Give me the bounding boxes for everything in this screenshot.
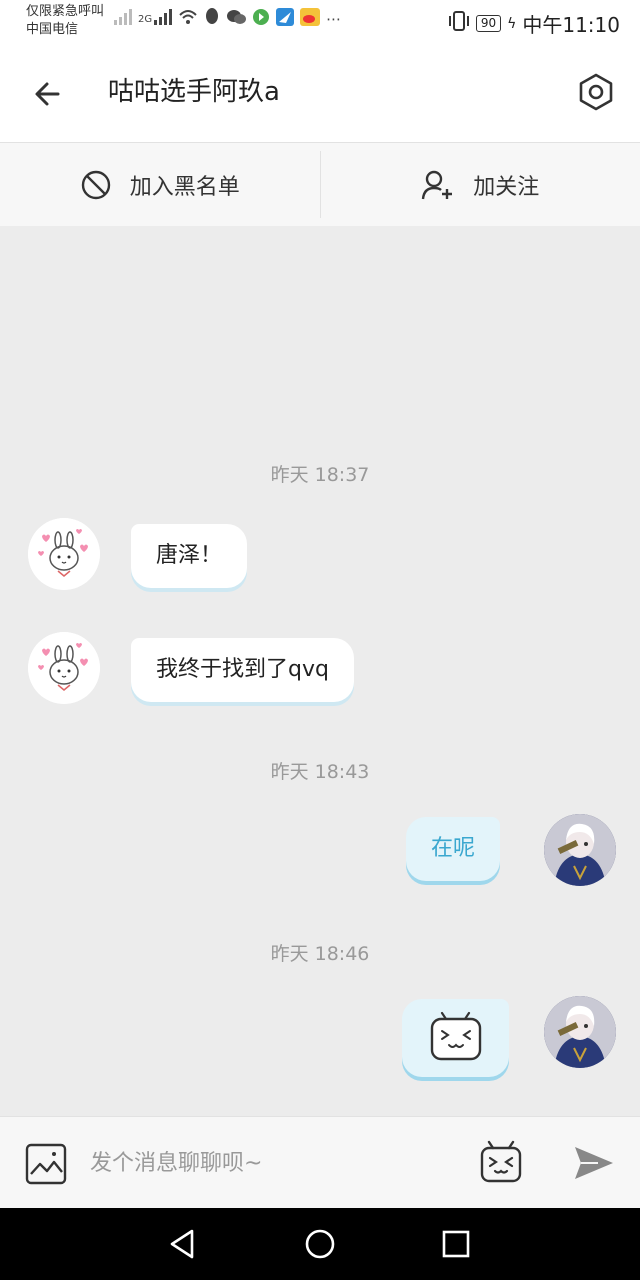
arrow-left-icon [35,82,60,106]
chat-partner-name: 咕咕选手阿玖a [108,77,280,107]
charging-icon: ϟ [507,15,517,32]
status-bar: 仅限紧急呼叫 中国电信 2G ⋯ 90 ϟ 中午11:10 [0,0,640,44]
vibrate-icon [448,11,470,36]
wechat-icon [226,9,247,29]
nav-home-button[interactable] [302,1226,338,1262]
nav-back-button[interactable] [166,1226,202,1262]
qq-icon [204,8,220,30]
image-picker-button[interactable] [24,1142,68,1186]
wifi-icon [178,9,198,29]
blacklist-label: 加入黑名单 [129,174,240,200]
weibo-icon [300,8,321,30]
carrier-emergency-text: 仅限紧急呼叫 [26,4,105,19]
timestamp: 昨天 18:37 [270,464,370,486]
message-bubble-outgoing[interactable]: 在呢 [406,817,501,881]
bilibili-tv-face-icon [430,1011,482,1061]
message-bubble-incoming[interactable]: 唐泽！ [131,524,248,588]
map-icon [276,8,295,30]
message-bubble-incoming[interactable]: 我终于找到了qvq [131,638,354,702]
signal-off-icon [114,9,132,29]
nav-recents-button[interactable] [438,1226,474,1262]
status-icons: 2G ⋯ [114,8,341,30]
my-avatar[interactable] [544,814,616,886]
bunny-avatar-image [28,518,100,590]
image-icon [25,1143,67,1185]
clock: 中午11:10 [522,13,620,37]
status-right: 90 ϟ 中午11:10 [448,9,620,38]
system-nav-bar [0,1208,640,1280]
emoji-button[interactable] [478,1139,524,1185]
partner-avatar[interactable] [28,518,100,590]
square-recents-icon [442,1230,470,1258]
action-bar: 加入黑名单 加关注 [0,142,640,226]
message-input-bar [0,1116,640,1208]
carrier-name: 中国电信 [26,22,79,37]
character-avatar-image [544,814,616,886]
bilibili-emoji-icon [480,1140,522,1183]
triangle-back-icon [170,1229,194,1259]
back-button[interactable] [28,72,72,116]
chat-header: 咕咕选手阿玖a [0,44,640,142]
my-avatar[interactable] [544,996,616,1068]
chat-settings-button[interactable] [574,70,618,114]
follow-button[interactable]: 加关注 [321,143,640,226]
network-type-label: 2G [138,13,153,25]
bunny-avatar-image [28,632,100,704]
signal-icon [154,9,173,29]
block-icon [81,170,110,199]
hexagon-settings-icon [579,73,613,111]
send-button[interactable] [572,1143,616,1183]
send-icon [575,1147,613,1179]
more-notifications-icon: ⋯ [326,10,342,28]
video-player-icon [252,9,270,29]
character-avatar-image [544,996,616,1068]
carrier-info: 仅限紧急呼叫 中国电信 [26,3,104,39]
circle-home-icon [305,1229,335,1259]
add-to-blacklist-button[interactable]: 加入黑名单 [0,143,320,226]
timestamp: 昨天 18:46 [270,943,370,965]
partner-avatar[interactable] [28,632,100,704]
battery-indicator: 90 [475,15,502,32]
message-input[interactable] [90,1141,460,1185]
follow-label: 加关注 [473,174,540,200]
add-user-icon [422,170,453,199]
sticker-message-bubble[interactable] [402,999,509,1077]
timestamp: 昨天 18:43 [270,761,370,783]
